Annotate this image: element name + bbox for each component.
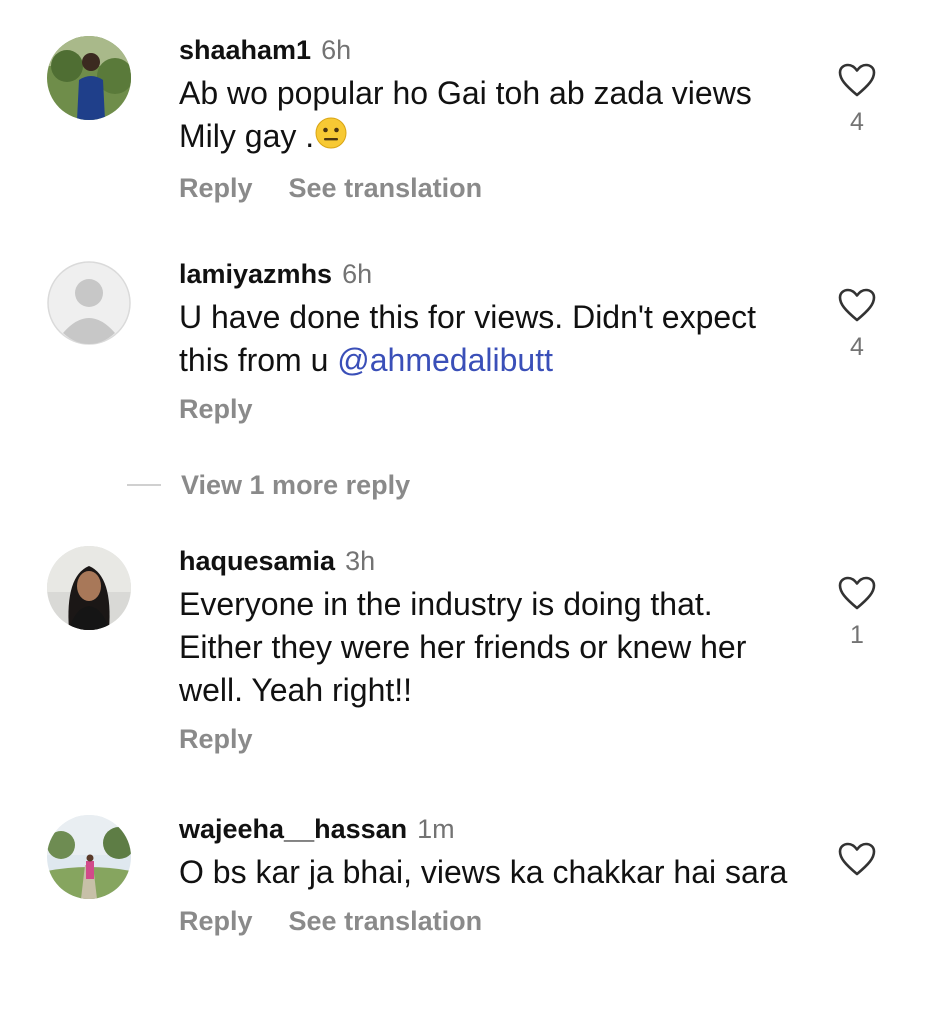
mention-link[interactable]: @ahmedalibutt — [337, 342, 553, 378]
reply-button[interactable]: Reply — [179, 173, 253, 203]
username[interactable]: wajeeha__hassan — [179, 814, 407, 844]
comment-text: O bs kar ja bhai, views ka chakkar hai s… — [179, 854, 788, 890]
heart-icon[interactable] — [834, 841, 880, 877]
comment-text: Everyone in the industry is doing that. … — [179, 586, 747, 708]
comment-time: 6h — [321, 35, 352, 65]
comment-time: 6h — [342, 259, 373, 289]
heart-icon[interactable] — [834, 575, 880, 611]
see-translation-button[interactable]: See translation — [289, 906, 483, 936]
avatar[interactable] — [47, 261, 131, 345]
comment-time: 1m — [417, 814, 455, 844]
comment-text: Ab wo popular ho Gai toh ab zada views M… — [179, 72, 799, 161]
divider — [127, 484, 161, 486]
like-count: 4 — [850, 108, 864, 136]
avatar[interactable] — [47, 36, 131, 120]
reply-button[interactable]: Reply — [179, 906, 253, 936]
view-more-replies-label[interactable]: View 1 more reply — [181, 470, 410, 501]
like-count: 4 — [850, 333, 864, 361]
heart-icon[interactable] — [834, 62, 880, 98]
view-more-replies[interactable]: View 1 more reply — [127, 465, 410, 505]
heart-icon[interactable] — [834, 287, 880, 323]
reply-button[interactable]: Reply — [179, 724, 253, 754]
comment-time: 3h — [345, 546, 376, 576]
avatar[interactable] — [47, 815, 131, 899]
comment-text: U have done this for views. Didn't expec… — [179, 299, 757, 378]
avatar[interactable] — [47, 546, 131, 630]
reply-button[interactable]: Reply — [179, 394, 253, 424]
username[interactable]: lamiyazmhs — [179, 259, 332, 289]
neutral-face-emoji-icon — [314, 116, 348, 161]
username[interactable]: haquesamia — [179, 546, 335, 576]
like-count: 1 — [850, 621, 864, 649]
see-translation-button[interactable]: See translation — [289, 173, 483, 203]
username[interactable]: shaaham1 — [179, 35, 311, 65]
